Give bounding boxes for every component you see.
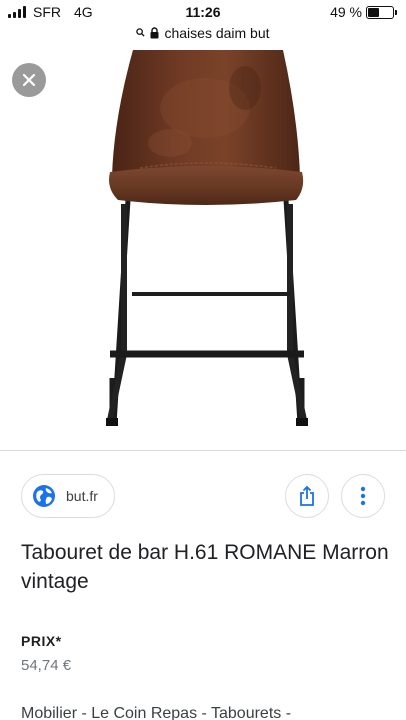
product-title[interactable]: Tabouret de bar H.61 ROMANE Marron vinta…	[21, 538, 391, 596]
product-category: Mobilier - Le Coin Repas - Tabourets -	[21, 705, 292, 720]
battery-icon	[366, 6, 397, 19]
more-vertical-icon	[360, 486, 366, 506]
share-button[interactable]	[285, 474, 329, 518]
lock-icon	[150, 26, 159, 38]
price-label: PRIX*	[21, 633, 62, 649]
search-icon	[136, 28, 146, 37]
close-button[interactable]	[12, 63, 46, 97]
url-text: chaises daim but	[164, 24, 270, 41]
globe-icon	[33, 485, 55, 507]
more-options-button[interactable]	[341, 474, 385, 518]
share-icon	[300, 485, 314, 506]
address-bar[interactable]: chaises daim but	[0, 24, 406, 46]
product-image[interactable]	[0, 48, 406, 446]
battery-percent: 49 %	[330, 4, 362, 20]
bar-stool-image	[106, 50, 308, 426]
status-bar: SFR 4G 11:26 49 %	[0, 0, 406, 24]
divider	[0, 450, 406, 451]
source-site-label: but.fr	[66, 488, 98, 504]
source-site-chip[interactable]: but.fr	[21, 474, 115, 518]
price-value: 54,74 €	[21, 657, 72, 674]
close-icon	[22, 73, 36, 87]
